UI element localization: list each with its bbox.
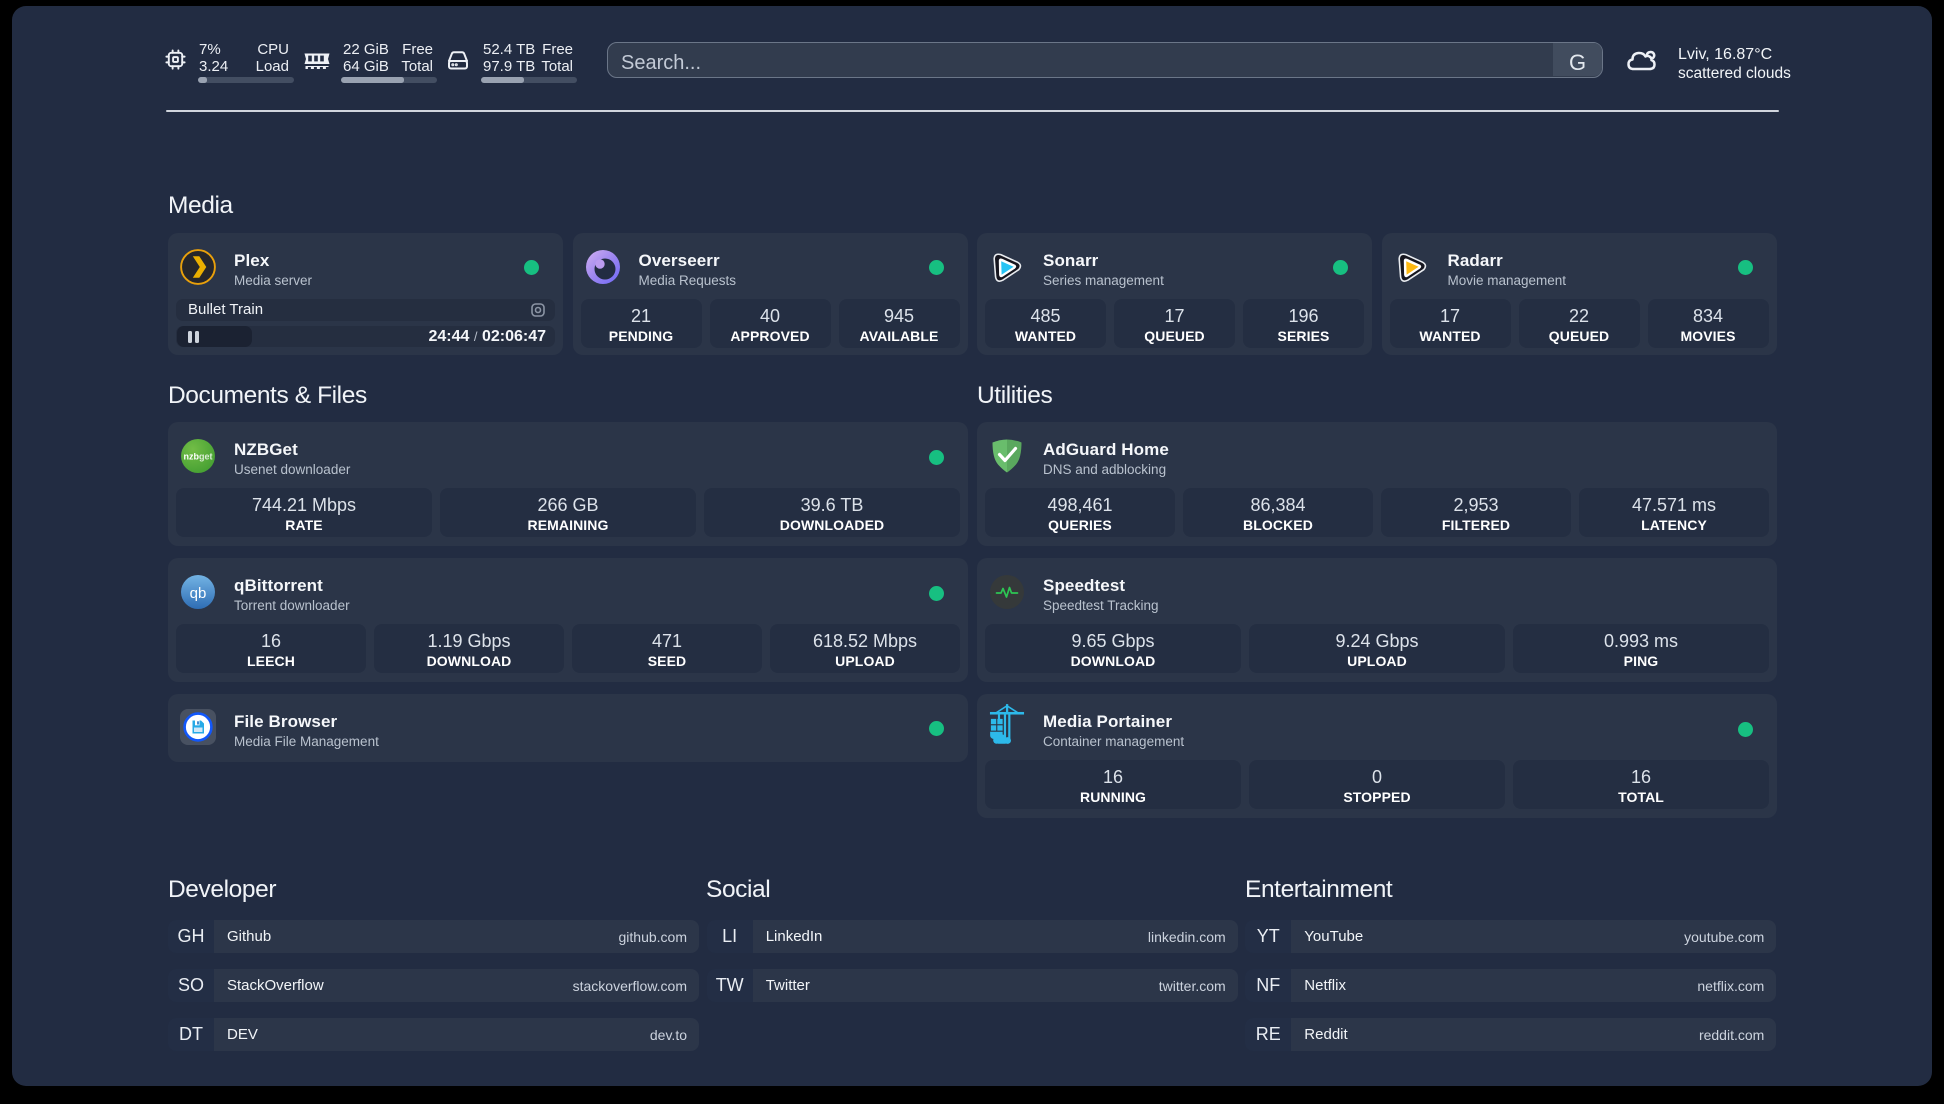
svg-text:nzbget: nzbget — [184, 452, 213, 462]
svg-text:qb: qb — [190, 585, 207, 602]
